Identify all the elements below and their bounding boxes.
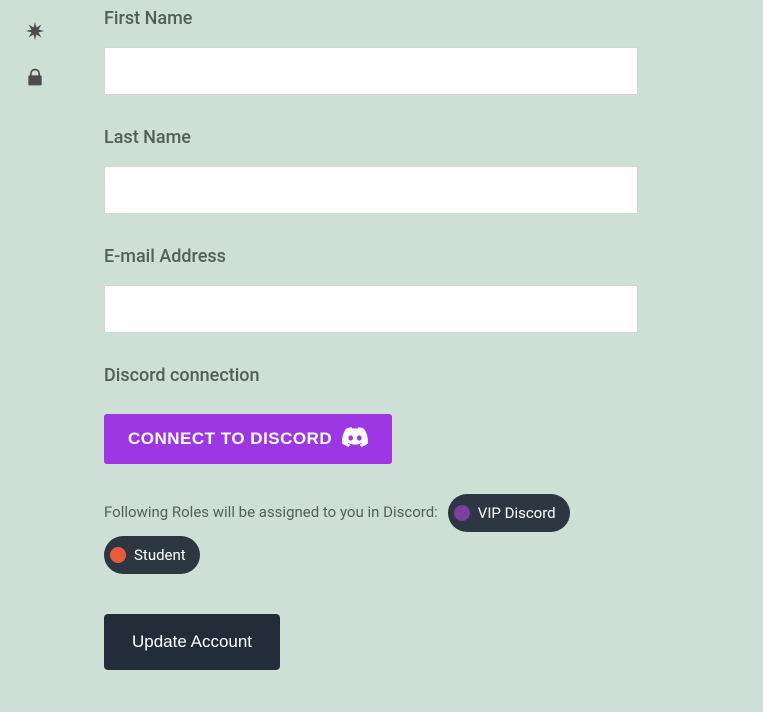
role-pill-student: Student [104,536,200,574]
update-account-button[interactable]: Update Account [104,614,280,670]
role-dot [110,547,126,563]
lock-icon[interactable] [0,54,70,100]
role-label: Student [134,540,186,570]
role-label: VIP Discord [478,498,556,528]
connect-discord-label: CONNECT TO DISCORD [128,429,332,449]
discord-icon [342,427,368,452]
first-name-label: First Name [104,8,638,29]
role-dot [454,505,470,521]
sidebar [0,0,70,100]
role-pill-vip: VIP Discord [448,494,570,532]
last-name-input[interactable] [104,166,638,214]
last-name-label: Last Name [104,127,638,148]
account-form: First Name Last Name E-mail Address Disc… [104,8,638,670]
email-input[interactable] [104,285,638,333]
roles-text: Following Roles will be assigned to you … [104,503,438,521]
discord-section-title: Discord connection [104,365,638,386]
first-name-input[interactable] [104,47,638,95]
email-label: E-mail Address [104,246,638,267]
connect-discord-button[interactable]: CONNECT TO DISCORD [104,414,392,464]
settings-asterisk-icon[interactable] [0,8,70,54]
roles-info: Following Roles will be assigned to you … [104,492,638,576]
